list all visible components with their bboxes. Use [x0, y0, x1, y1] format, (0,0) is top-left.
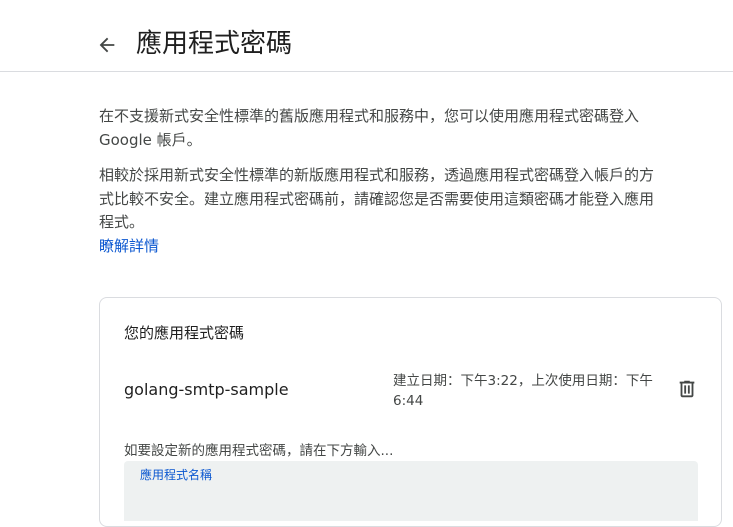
- intro-section: 在不支援新式安全性標準的舊版應用程式和服務中，您可以使用應用程式密碼登入 Goo…: [99, 105, 659, 258]
- back-button[interactable]: [92, 30, 122, 60]
- app-name-label: 應用程式名稱: [140, 468, 213, 482]
- page-header: 應用程式密碼: [0, 0, 733, 72]
- intro-paragraph-2-text: 相較於採用新式安全性標準的新版應用程式和服務，透過應用程式密碼登入帳戶的方式比較…: [99, 166, 655, 231]
- app-name-input[interactable]: [140, 487, 684, 513]
- new-password-hint: 如要設定新的應用程式密碼，請在下方輸入...: [124, 443, 394, 459]
- password-dates: 建立日期：下午3:22，上次使用日期：下午 6:44: [393, 373, 653, 409]
- page-title: 應用程式密碼: [136, 29, 293, 59]
- delete-password-button[interactable]: [674, 376, 700, 402]
- learn-more-link[interactable]: 瞭解詳情: [99, 235, 159, 259]
- card-title: 您的應用程式密碼: [124, 324, 245, 342]
- intro-paragraph-2: 相較於採用新式安全性標準的新版應用程式和服務，透過應用程式密碼登入帳戶的方式比較…: [99, 164, 659, 258]
- trash-icon: [679, 380, 695, 398]
- app-name-field[interactable]: 應用程式名稱: [124, 461, 698, 521]
- arrow-back-icon: [99, 37, 115, 53]
- intro-paragraph-1: 在不支援新式安全性標準的舊版應用程式和服務中，您可以使用應用程式密碼登入 Goo…: [99, 107, 640, 149]
- password-name: golang-smtp-sample: [124, 380, 289, 399]
- app-passwords-card: 您的應用程式密碼 golang-smtp-sample 建立日期：下午3:22，…: [99, 297, 722, 527]
